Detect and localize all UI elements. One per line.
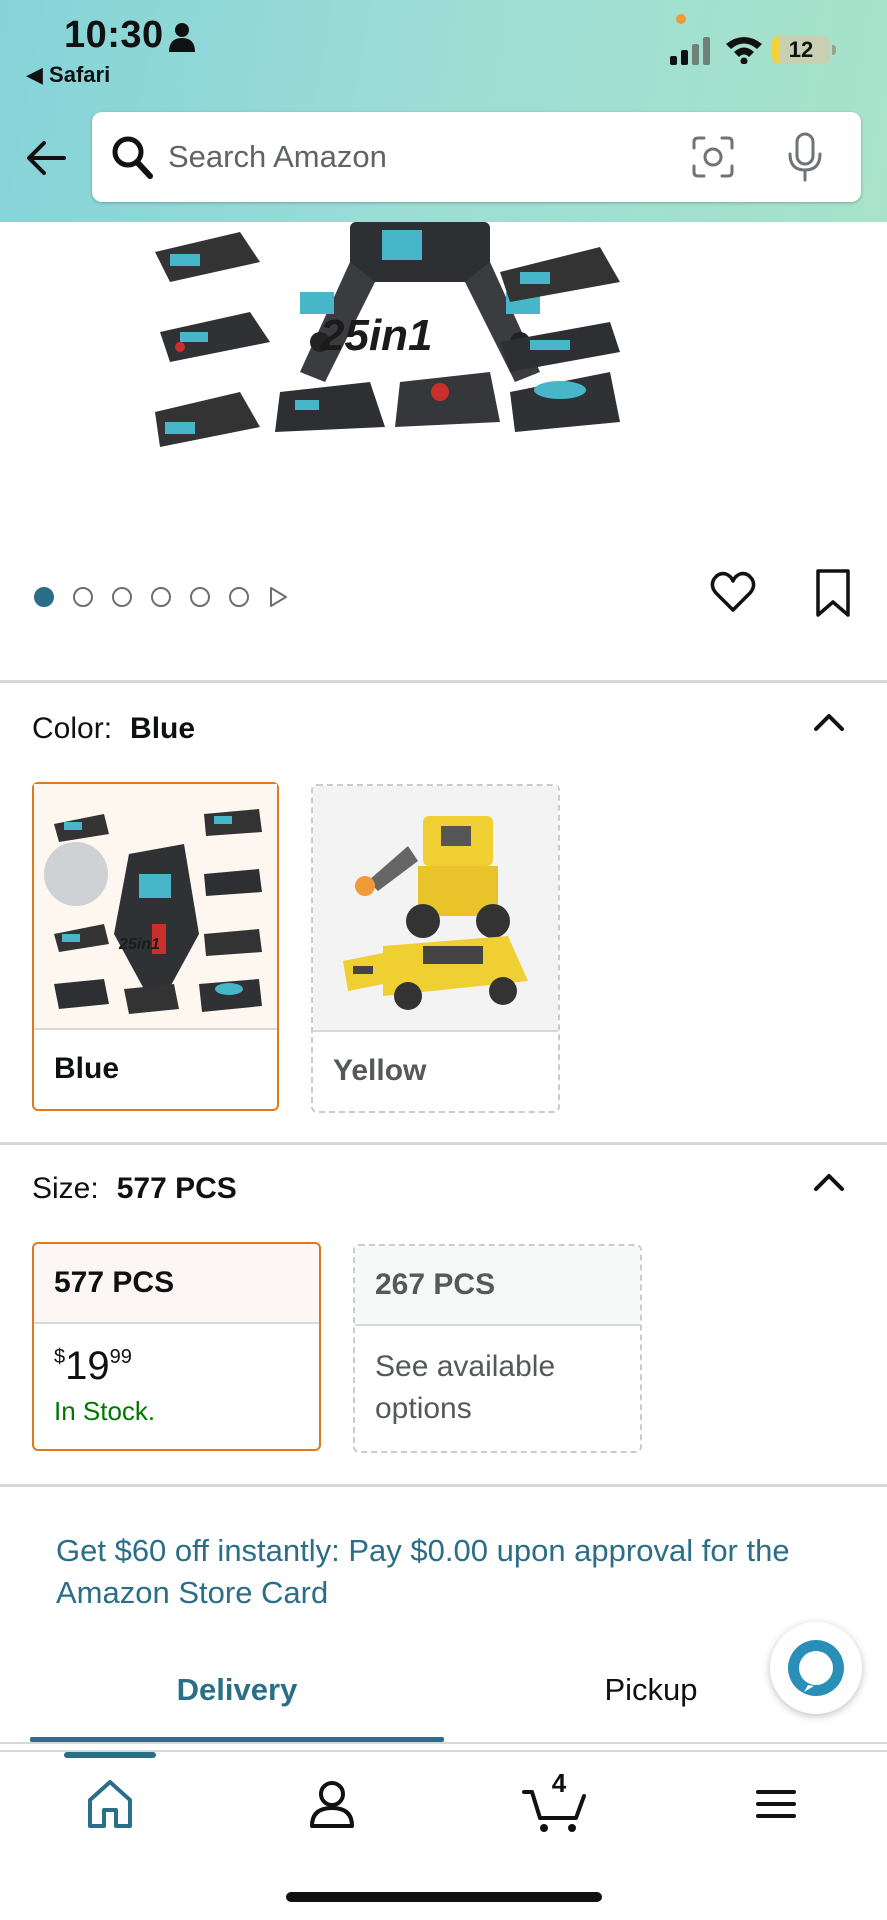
section-divider: [0, 680, 887, 683]
search-icon: [112, 136, 153, 179]
carousel-dot[interactable]: [73, 587, 93, 607]
search-input[interactable]: [168, 130, 688, 184]
color-option-thumbnail: 25in1: [34, 784, 277, 1030]
back-app-label: Safari: [49, 62, 111, 87]
heart-icon[interactable]: [710, 570, 756, 614]
carousel-dot[interactable]: [112, 587, 132, 607]
video-play-icon[interactable]: [268, 586, 288, 608]
image-carousel-indicator[interactable]: [34, 585, 288, 609]
thumbnail-overlay-text: 25in1: [118, 936, 160, 953]
size-option-label: 577 PCS: [54, 1266, 175, 1299]
chevron-up-icon[interactable]: [812, 710, 846, 734]
active-tab-underline: [30, 1737, 444, 1742]
camera-icon[interactable]: [692, 136, 734, 178]
carousel-dot[interactable]: [151, 587, 171, 607]
cellular-signal-icon: [670, 37, 710, 65]
back-arrow-icon[interactable]: [24, 136, 68, 180]
section-divider: [0, 1142, 887, 1145]
carousel-dot[interactable]: [229, 587, 249, 607]
active-nav-indicator: [64, 1752, 156, 1758]
menu-icon[interactable]: [746, 1774, 806, 1834]
cart-button[interactable]: 4: [520, 1768, 590, 1834]
store-card-promo-link[interactable]: Get $60 off instantly: Pay $0.00 upon ap…: [56, 1530, 856, 1614]
cart-count-badge: 4: [551, 1768, 567, 1798]
price-fraction: 99: [109, 1346, 132, 1368]
size-option-header: 267 PCS: [355, 1246, 640, 1326]
person-icon: [169, 23, 195, 52]
status-time: 10:30: [64, 14, 164, 56]
color-option-blue[interactable]: 25in1 Blue: [32, 782, 279, 1111]
battery-level: 12: [788, 37, 814, 62]
size-option-header: 577 PCS: [34, 1244, 319, 1324]
see-available-options: See available options: [375, 1350, 556, 1425]
color-heading: Color: Blue: [32, 712, 195, 746]
color-option-yellow[interactable]: Yellow: [311, 784, 560, 1113]
carousel-dot[interactable]: [190, 587, 210, 607]
alexa-icon: [788, 1640, 844, 1696]
price: $1999: [54, 1344, 132, 1389]
section-divider: [0, 1484, 887, 1487]
size-label: Size:: [32, 1172, 99, 1205]
carousel-dot[interactable]: [34, 587, 54, 607]
price-symbol: $: [54, 1346, 66, 1368]
alexa-button[interactable]: [770, 1622, 862, 1714]
product-image-overlay-text: 25in1: [319, 311, 433, 360]
search-bar[interactable]: [92, 112, 861, 202]
battery-icon: 12: [772, 36, 830, 64]
color-option-thumbnail: [313, 786, 558, 1032]
header: 10:30 ◀ Safari 12: [0, 0, 887, 222]
size-selected-value: 577 PCS: [116, 1172, 237, 1205]
bookmark-icon[interactable]: [814, 568, 852, 618]
home-icon[interactable]: [80, 1774, 140, 1834]
microphone-icon[interactable]: [786, 132, 824, 182]
size-option-577[interactable]: 577 PCS $1999 In Stock.: [32, 1242, 321, 1451]
size-heading: Size: 577 PCS: [32, 1172, 237, 1206]
account-icon[interactable]: [302, 1774, 362, 1834]
color-option-label: Yellow: [333, 1054, 427, 1087]
size-option-label: 267 PCS: [375, 1268, 496, 1301]
back-to-app-link[interactable]: ◀ Safari: [26, 62, 110, 88]
price-whole: 19: [65, 1344, 110, 1388]
stock-status: In Stock.: [54, 1396, 156, 1426]
battery-nub: [832, 45, 836, 55]
blue-set-image: 25in1: [44, 809, 262, 1014]
wifi-icon: [726, 37, 762, 64]
color-label: Color:: [32, 712, 113, 745]
home-indicator: [286, 1892, 602, 1902]
tab-delivery[interactable]: Delivery: [30, 1672, 444, 1708]
size-option-267[interactable]: 267 PCS See available options: [353, 1244, 642, 1453]
color-option-label: Blue: [54, 1052, 120, 1085]
tab-baseline: [0, 1742, 887, 1744]
privacy-indicator: [676, 14, 686, 24]
color-selected-value: Blue: [130, 712, 196, 745]
chevron-up-icon[interactable]: [812, 1170, 846, 1194]
product-image[interactable]: 25in1: [150, 222, 750, 534]
yellow-set-image: [343, 816, 528, 1010]
